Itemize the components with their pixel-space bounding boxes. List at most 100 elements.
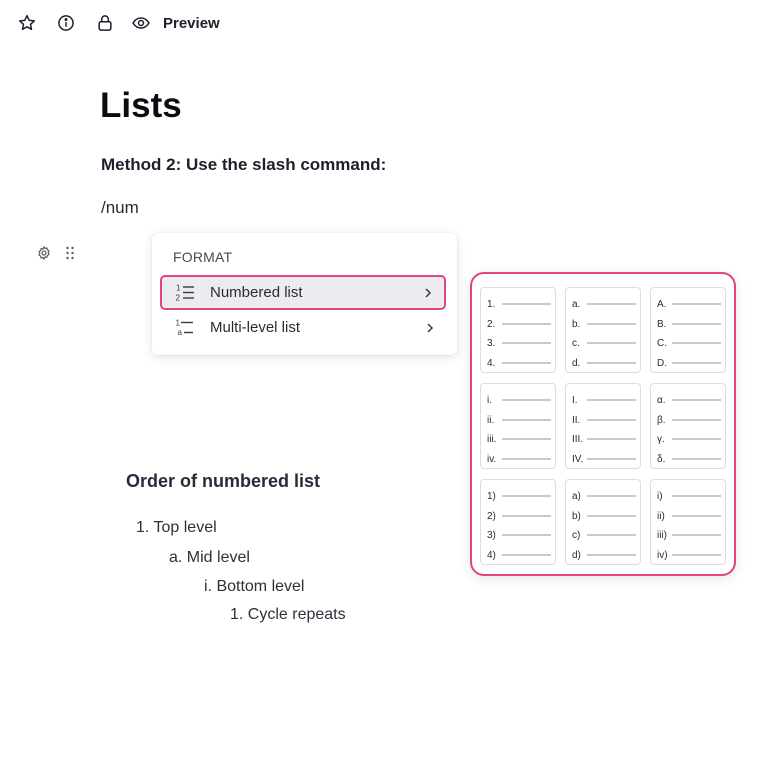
menu-item-label: Multi-level list bbox=[210, 319, 301, 336]
placeholder-line bbox=[672, 438, 721, 440]
format-option-label: ii. bbox=[487, 414, 495, 426]
placeholder-line bbox=[502, 515, 551, 517]
placeholder-line bbox=[672, 554, 721, 556]
format-option-label: a. bbox=[572, 298, 581, 310]
placeholder-line bbox=[502, 458, 551, 460]
format-option-row: iv. bbox=[487, 452, 551, 466]
menu-item-label: Numbered list bbox=[210, 284, 303, 301]
placeholder-line bbox=[587, 419, 636, 421]
format-option-label: 3) bbox=[487, 529, 496, 541]
placeholder-line bbox=[587, 515, 636, 517]
format-option-row: 1. bbox=[487, 297, 551, 311]
format-option-row: β. bbox=[657, 413, 721, 427]
format-option-label: c) bbox=[572, 529, 581, 541]
info-icon[interactable] bbox=[55, 12, 77, 34]
numbering-format-option[interactable]: α. β. γ. δ. bbox=[650, 383, 726, 469]
format-option-row: d) bbox=[572, 548, 636, 562]
placeholder-line bbox=[502, 399, 551, 401]
format-option-label: III. bbox=[572, 433, 584, 445]
format-option-label: I. bbox=[572, 394, 578, 406]
numbering-format-option[interactable]: a) b) c) d) bbox=[565, 479, 641, 565]
format-option-row: i. bbox=[487, 393, 551, 407]
format-option-row: α. bbox=[657, 393, 721, 407]
format-option-row: A. bbox=[657, 297, 721, 311]
placeholder-line bbox=[587, 342, 636, 344]
format-option-label: A. bbox=[657, 298, 667, 310]
format-option-label: IV. bbox=[572, 453, 584, 465]
menu-item-multilevel-list[interactable]: 1 a Multi-level list bbox=[160, 310, 446, 345]
format-option-label: δ. bbox=[657, 453, 666, 465]
placeholder-line bbox=[587, 303, 636, 305]
gear-icon[interactable] bbox=[36, 245, 52, 261]
placeholder-line bbox=[587, 534, 636, 536]
drag-handle-icon[interactable] bbox=[65, 246, 75, 260]
placeholder-line bbox=[672, 515, 721, 517]
format-option-row: D. bbox=[657, 356, 721, 370]
placeholder-line bbox=[502, 438, 551, 440]
numbering-format-option[interactable]: i) ii) iii) iv) bbox=[650, 479, 726, 565]
format-option-label: 1. bbox=[487, 298, 496, 310]
placeholder-line bbox=[502, 303, 551, 305]
placeholder-line bbox=[587, 554, 636, 556]
numbering-format-option[interactable]: a. b. c. d. bbox=[565, 287, 641, 373]
format-option-row: 3) bbox=[487, 528, 551, 542]
svg-text:a: a bbox=[178, 328, 183, 337]
format-option-row: 2) bbox=[487, 509, 551, 523]
numbering-format-option[interactable]: 1) 2) 3) 4) bbox=[480, 479, 556, 565]
format-option-row: I. bbox=[572, 393, 636, 407]
placeholder-line bbox=[502, 534, 551, 536]
format-option-row: 4) bbox=[487, 548, 551, 562]
order-level-2: a. Mid level bbox=[169, 549, 250, 566]
menu-item-numbered-list[interactable]: 1 2 Numbered list bbox=[160, 275, 446, 310]
format-option-label: II. bbox=[572, 414, 581, 426]
format-option-row: iv) bbox=[657, 548, 721, 562]
placeholder-line bbox=[502, 554, 551, 556]
numbering-format-option[interactable]: A. B. C. D. bbox=[650, 287, 726, 373]
format-option-row: b. bbox=[572, 317, 636, 331]
format-option-row: 3. bbox=[487, 336, 551, 350]
lock-icon[interactable] bbox=[94, 12, 116, 34]
format-option-label: c. bbox=[572, 337, 580, 349]
format-option-label: 1) bbox=[487, 490, 496, 502]
format-option-label: iv) bbox=[657, 549, 668, 561]
order-level-4: 1. Cycle repeats bbox=[230, 606, 346, 623]
format-option-label: b. bbox=[572, 318, 581, 330]
format-option-row: iii. bbox=[487, 432, 551, 446]
format-option-row: ii. bbox=[487, 413, 551, 427]
placeholder-line bbox=[672, 303, 721, 305]
format-option-row: ii) bbox=[657, 509, 721, 523]
placeholder-line bbox=[587, 362, 636, 364]
format-option-row: δ. bbox=[657, 452, 721, 466]
placeholder-line bbox=[587, 458, 636, 460]
format-option-row: III. bbox=[572, 432, 636, 446]
format-option-row: a) bbox=[572, 489, 636, 503]
preview-label: Preview bbox=[163, 14, 220, 32]
format-option-row: a. bbox=[572, 297, 636, 311]
format-option-label: 2. bbox=[487, 318, 496, 330]
star-icon[interactable] bbox=[16, 12, 38, 34]
numbering-format-option[interactable]: i. ii. iii. iv. bbox=[480, 383, 556, 469]
placeholder-line bbox=[672, 362, 721, 364]
placeholder-line bbox=[672, 399, 721, 401]
format-option-row: 4. bbox=[487, 356, 551, 370]
placeholder-line bbox=[502, 342, 551, 344]
format-option-label: d) bbox=[572, 549, 581, 561]
numbering-format-option[interactable]: I. II. III. IV. bbox=[565, 383, 641, 469]
placeholder-line bbox=[502, 323, 551, 325]
order-level-1: 1. Top level bbox=[136, 519, 217, 536]
format-option-label: a) bbox=[572, 490, 581, 502]
placeholder-line bbox=[587, 399, 636, 401]
format-option-row: b) bbox=[572, 509, 636, 523]
placeholder-line bbox=[502, 419, 551, 421]
slash-command-text[interactable]: /num bbox=[101, 198, 139, 218]
format-option-row: d. bbox=[572, 356, 636, 370]
svg-text:1: 1 bbox=[176, 318, 181, 327]
placeholder-line bbox=[672, 323, 721, 325]
placeholder-line bbox=[587, 323, 636, 325]
slash-menu: FORMAT 1 2 Numbered list 1 a Multi-level… bbox=[152, 233, 457, 355]
format-option-label: d. bbox=[572, 357, 581, 369]
placeholder-line bbox=[587, 438, 636, 440]
preview-button[interactable]: Preview bbox=[131, 13, 220, 33]
numbering-format-option[interactable]: 1. 2. 3. 4. bbox=[480, 287, 556, 373]
format-option-row: c. bbox=[572, 336, 636, 350]
